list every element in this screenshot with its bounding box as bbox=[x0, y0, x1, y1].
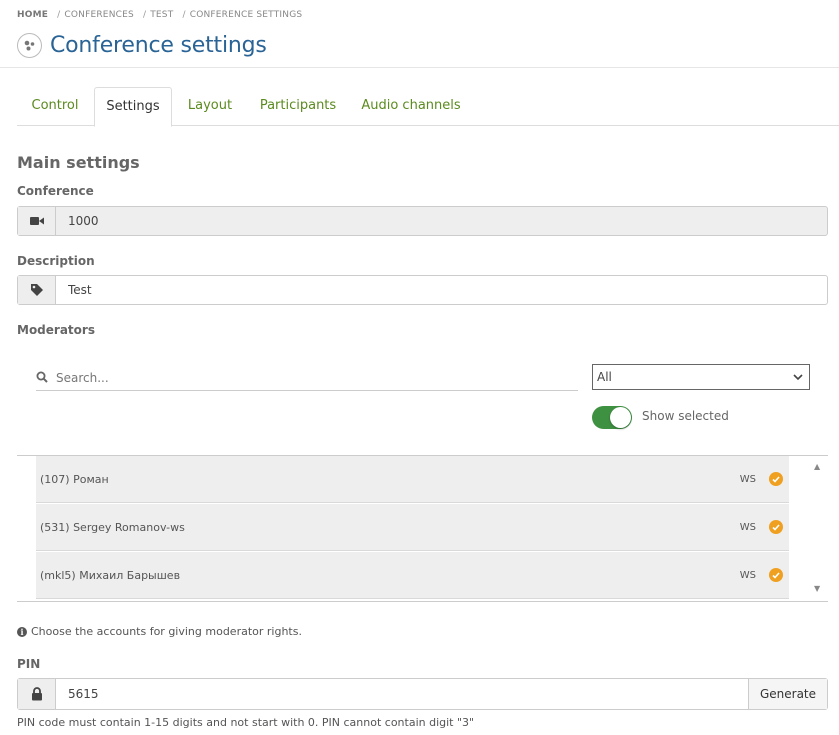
lock-icon bbox=[18, 679, 56, 709]
check-circle-icon[interactable] bbox=[769, 520, 783, 534]
chevron-down-icon bbox=[793, 370, 803, 384]
check-circle-icon[interactable] bbox=[769, 568, 783, 582]
pin-help-text: PIN code must contain 1-15 digits and no… bbox=[17, 716, 475, 729]
page-header: Conference settings bbox=[17, 33, 267, 58]
video-camera-icon bbox=[18, 207, 56, 235]
moderator-name: (107) Роман bbox=[40, 472, 109, 486]
generate-button[interactable]: Generate bbox=[748, 679, 827, 709]
moderators-help-text: Choose the accounts for giving moderator… bbox=[31, 625, 302, 638]
account-type: WS bbox=[739, 473, 756, 485]
breadcrumb-separator: / bbox=[57, 10, 61, 20]
header-divider bbox=[0, 67, 839, 68]
breadcrumb-current: CONFERENCE SETTINGS bbox=[189, 10, 303, 20]
pin-label: PIN bbox=[17, 657, 41, 671]
moderator-name: (531) Sergey Romanov-ws bbox=[40, 520, 185, 534]
tab-settings[interactable]: Settings bbox=[94, 87, 172, 127]
description-input[interactable] bbox=[56, 276, 827, 304]
tab-layout[interactable]: Layout bbox=[180, 87, 240, 125]
list-item[interactable]: (531) Sergey Romanov-ws WS bbox=[36, 504, 789, 551]
breadcrumb-separator: / bbox=[182, 10, 186, 20]
breadcrumb-separator: / bbox=[142, 10, 147, 20]
account-type: WS bbox=[739, 521, 756, 533]
moderator-filter-select[interactable]: All bbox=[592, 364, 810, 390]
tab-control[interactable]: Control bbox=[17, 87, 93, 125]
check-circle-icon[interactable] bbox=[769, 472, 783, 486]
tab-bar: Control Settings Layout Participants Aud… bbox=[17, 87, 839, 127]
list-item[interactable]: (107) Роман WS bbox=[36, 456, 789, 503]
conference-settings-icon bbox=[17, 33, 42, 58]
account-type: WS bbox=[739, 569, 756, 581]
description-field bbox=[17, 275, 828, 305]
toggle-knob bbox=[610, 407, 631, 428]
pin-field: Generate bbox=[17, 678, 828, 710]
breadcrumb-conferences[interactable]: CONFERENCES bbox=[64, 10, 134, 20]
pin-input[interactable] bbox=[56, 679, 748, 709]
moderators-label: Moderators bbox=[17, 323, 95, 337]
breadcrumb-test[interactable]: TEST bbox=[150, 10, 173, 20]
breadcrumb-home[interactable]: HOME bbox=[17, 10, 48, 20]
moderator-name: (mkl5) Михаил Барышев bbox=[40, 568, 181, 582]
section-title: Main settings bbox=[17, 153, 140, 172]
tab-participants[interactable]: Participants bbox=[253, 87, 343, 125]
moderator-search bbox=[36, 365, 578, 391]
conference-label: Conference bbox=[17, 184, 94, 198]
list-item[interactable]: (mkl5) Михаил Барышев WS bbox=[36, 552, 789, 599]
description-label: Description bbox=[17, 254, 95, 268]
info-icon: i bbox=[17, 626, 27, 637]
show-selected-label: Show selected bbox=[642, 409, 729, 423]
moderator-list: (107) Роман WS (531) Sergey Romanov-ws W… bbox=[17, 455, 828, 602]
scroll-down-icon[interactable]: ▼ bbox=[814, 584, 820, 593]
breadcrumb: HOME / CONFERENCES / TEST / CONFERENCE SETT… bbox=[17, 10, 302, 20]
conference-field bbox=[17, 206, 828, 236]
tab-audio-channels[interactable]: Audio channels bbox=[355, 87, 467, 125]
search-input[interactable] bbox=[54, 369, 558, 386]
scroll-up-icon[interactable]: ▲ bbox=[814, 462, 820, 471]
moderators-help: i Choose the accounts for giving moderat… bbox=[17, 625, 302, 638]
search-icon bbox=[36, 368, 48, 387]
tag-icon bbox=[18, 276, 56, 304]
filter-selected-value: All bbox=[597, 370, 612, 384]
show-selected-toggle[interactable] bbox=[592, 406, 632, 429]
page-title: Conference settings bbox=[50, 33, 267, 58]
conference-input bbox=[56, 207, 827, 235]
